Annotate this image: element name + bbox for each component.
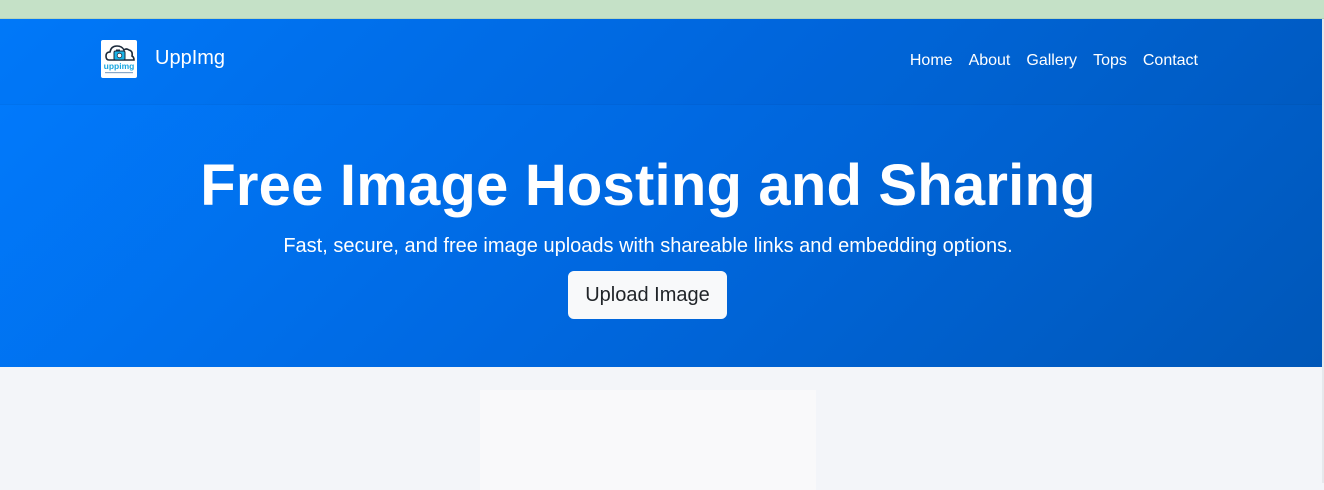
ad-placeholder: [480, 390, 816, 490]
navbar: uppimg UppImg Home About Gallery Tops Co…: [0, 19, 1322, 105]
cloud-camera-logo-icon: uppimg: [101, 40, 137, 78]
hero-subtitle: Fast, secure, and free image uploads wit…: [283, 235, 1013, 257]
nav-tops-link[interactable]: Tops: [1093, 51, 1127, 71]
nav-gallery-link[interactable]: Gallery: [1026, 51, 1077, 71]
nav-home-link[interactable]: Home: [910, 51, 953, 71]
logo-wordmark: uppimg: [104, 61, 135, 71]
hero-title: Free Image Hosting and Sharing: [200, 153, 1096, 218]
hero-section: uppimg UppImg Home About Gallery Tops Co…: [0, 19, 1322, 367]
browser-top-strip: [0, 0, 1324, 19]
nav-contact-link[interactable]: Contact: [1143, 51, 1198, 71]
upload-image-button[interactable]: Upload Image: [568, 271, 727, 319]
brand-name: UppImg: [155, 47, 226, 69]
nav-menu: Home About Gallery Tops Contact: [910, 51, 1198, 71]
nav-about-link[interactable]: About: [969, 51, 1011, 71]
main-content: [0, 367, 1322, 490]
brand-link[interactable]: uppimg UppImg: [101, 40, 225, 78]
